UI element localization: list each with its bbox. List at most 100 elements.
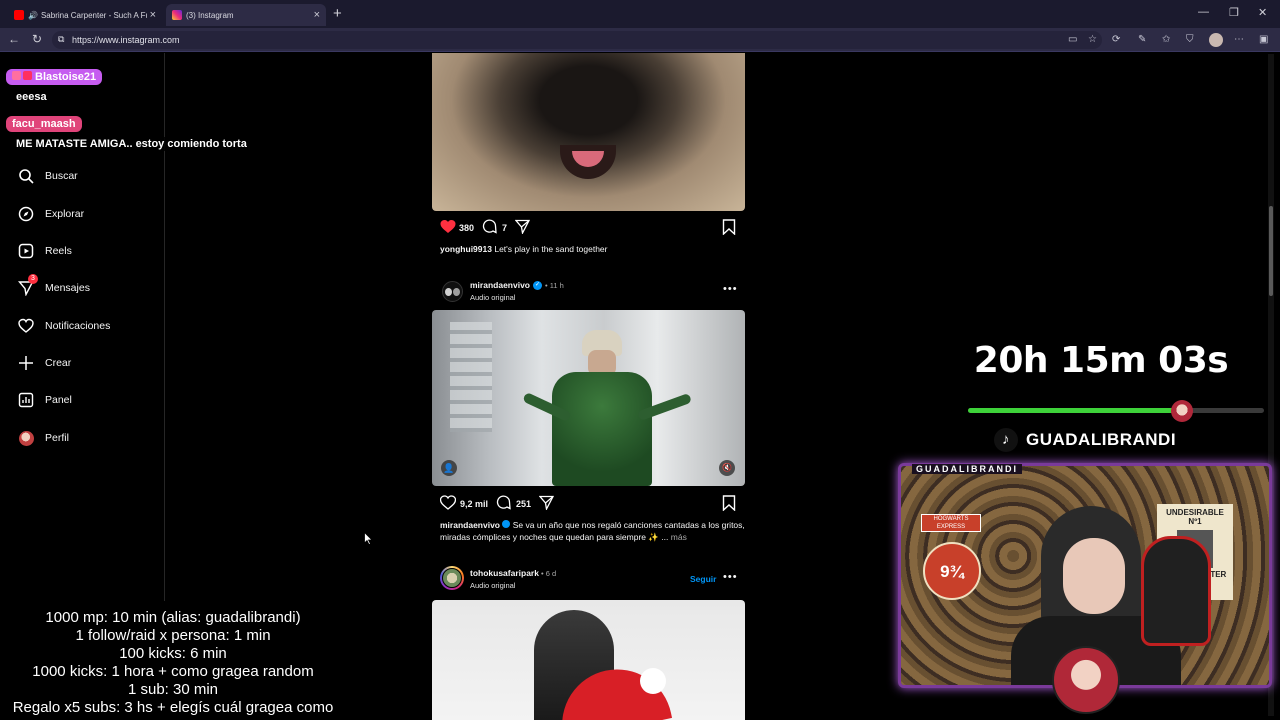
share-icon[interactable] bbox=[514, 219, 531, 236]
reels-icon bbox=[18, 243, 34, 259]
timer-progress-fill bbox=[968, 408, 1175, 413]
caption-username[interactable]: yonghui9913 bbox=[440, 244, 492, 254]
heart-icon bbox=[18, 318, 34, 334]
tagged-user-icon[interactable]: 👤 bbox=[441, 460, 457, 476]
more-options-icon[interactable]: ••• bbox=[723, 283, 738, 295]
avatar-icon bbox=[18, 430, 34, 446]
chat-message: eeesa bbox=[12, 90, 51, 104]
bookmark-icon[interactable] bbox=[722, 495, 736, 516]
comment-icon[interactable] bbox=[496, 495, 511, 512]
sidebar-item-perfil[interactable]: Perfil bbox=[18, 430, 69, 446]
post-media-video[interactable] bbox=[432, 600, 745, 720]
favorites-icon[interactable]: ✩ bbox=[1162, 34, 1170, 45]
sidebar-item-explorar[interactable]: Explorar bbox=[18, 206, 84, 222]
url-field[interactable]: ⧉ https://www.instagram.com bbox=[52, 31, 1102, 49]
sidebar-item-panel[interactable]: Panel bbox=[18, 392, 72, 408]
speaker-icon: 🔊 bbox=[28, 10, 38, 20]
search-icon bbox=[18, 168, 34, 184]
close-tab-icon[interactable]: × bbox=[150, 9, 156, 21]
sidebar-item-buscar[interactable]: Buscar bbox=[18, 168, 78, 184]
post-audio[interactable]: Audio original bbox=[470, 293, 515, 302]
progress-avatar-icon bbox=[1171, 400, 1193, 422]
follow-button[interactable]: Seguir bbox=[690, 574, 716, 584]
post-media-video[interactable]: 👤 🔇 bbox=[432, 310, 745, 486]
chart-icon bbox=[18, 392, 34, 408]
webcam-label: GUADALIBRANDI bbox=[912, 464, 1022, 474]
minimize-icon[interactable]: — bbox=[1198, 6, 1209, 18]
comment-icon[interactable] bbox=[482, 219, 497, 236]
post-media-image[interactable] bbox=[432, 53, 745, 211]
restore-icon[interactable]: ❐ bbox=[1229, 6, 1239, 19]
post1-actions: 380 7 bbox=[440, 219, 531, 236]
compass-icon bbox=[18, 206, 34, 222]
post-time: 11 h bbox=[549, 280, 564, 290]
stream-timer: 20h 15m 03s bbox=[973, 340, 1229, 381]
caption-username[interactable]: mirandaenvivo bbox=[440, 520, 500, 530]
sidebar-item-crear[interactable]: Crear bbox=[18, 355, 71, 371]
chat-message: ME MATASTE AMIGA.. estoy comiendo torta bbox=[12, 137, 251, 151]
tiktok-handle-text: GUADALIBRANDI bbox=[1026, 430, 1177, 449]
post3-avatar bbox=[442, 568, 462, 588]
messenger-icon: 3 bbox=[18, 274, 38, 296]
more-options-icon[interactable]: ••• bbox=[723, 571, 738, 583]
split-screen-icon[interactable]: ▭ bbox=[1068, 34, 1077, 45]
close-tab-icon[interactable]: × bbox=[314, 9, 320, 21]
caption-text: Let's play in the sand together bbox=[494, 244, 608, 254]
vtuber-avatar bbox=[1052, 646, 1120, 714]
post3-avatar-story-ring[interactable] bbox=[440, 566, 464, 590]
reload-icon[interactable]: ↻ bbox=[32, 32, 42, 46]
extensions-icon[interactable]: ✎ bbox=[1138, 34, 1146, 45]
post2-avatar[interactable] bbox=[442, 281, 463, 302]
scrollbar-thumb[interactable] bbox=[1269, 206, 1273, 296]
post1-caption: yonghui9913 Let's play in the sand toget… bbox=[440, 243, 745, 255]
site-info-icon[interactable]: ⧉ bbox=[58, 34, 64, 45]
bookmark-icon[interactable] bbox=[722, 219, 736, 240]
post-audio[interactable]: Audio original bbox=[470, 581, 515, 590]
profile-avatar[interactable] bbox=[1209, 33, 1223, 47]
sidebar-item-label: Perfil bbox=[45, 432, 69, 444]
back-icon[interactable]: ← bbox=[8, 32, 20, 46]
refresh-extension-icon[interactable]: ⟳ bbox=[1112, 34, 1120, 45]
new-tab-button[interactable]: + bbox=[333, 5, 342, 22]
stream-rules-panel: 1000 mp: 10 min (alias: guadalibrandi) 1… bbox=[0, 601, 346, 720]
heart-icon[interactable] bbox=[439, 495, 457, 512]
more-menu-icon[interactable]: ⋯ bbox=[1234, 34, 1244, 45]
shield-icon[interactable]: ⛉ bbox=[1186, 34, 1194, 45]
favorite-star-icon[interactable]: ☆ bbox=[1088, 34, 1097, 45]
tab-instagram[interactable]: (3) Instagram × bbox=[166, 4, 326, 26]
hogwarts-express-sign: HOGWARTS EXPRESS bbox=[921, 514, 981, 532]
mute-icon[interactable]: 🔇 bbox=[719, 460, 735, 476]
tab-title: (3) Instagram bbox=[186, 10, 234, 20]
verified-badge-icon bbox=[502, 520, 511, 528]
unread-badge: 3 bbox=[28, 274, 38, 284]
tab-youtube[interactable]: 🔊 Sabrina Carpenter - Such A Fu × bbox=[8, 4, 162, 26]
rule-line: Regalo x5 subs: 3 hs + elegís cuál grage… bbox=[12, 699, 334, 716]
url-text: https://www.instagram.com bbox=[72, 35, 180, 45]
sidebar-toggle-icon[interactable]: ▣ bbox=[1259, 34, 1268, 45]
sidebar-item-label: Mensajes bbox=[45, 282, 90, 294]
rule-line: 1 follow/raid x persona: 1 min bbox=[75, 627, 271, 644]
post2-header: mirandaenvivo ✓ • 11 h bbox=[470, 280, 564, 290]
heart-filled-icon[interactable] bbox=[440, 219, 456, 236]
avatar-figure bbox=[453, 288, 460, 296]
sidebar-item-reels[interactable]: Reels bbox=[18, 243, 72, 259]
post-username[interactable]: tohokusafaripark bbox=[470, 568, 539, 578]
sidebar-item-notificaciones[interactable]: Notificaciones bbox=[18, 318, 110, 334]
verified-badge-icon: ✓ bbox=[533, 280, 542, 290]
sidebar-item-label: Explorar bbox=[45, 208, 85, 220]
avatar-figure bbox=[445, 288, 452, 296]
instagram-icon bbox=[172, 10, 182, 20]
like-count: 380 bbox=[459, 222, 475, 233]
youtube-icon bbox=[14, 10, 24, 20]
post-username[interactable]: mirandaenvivo bbox=[470, 280, 530, 290]
sidebar-item-label: Notificaciones bbox=[45, 320, 111, 332]
share-icon[interactable] bbox=[538, 495, 555, 512]
tiktok-icon: ♪ bbox=[994, 428, 1018, 452]
post2-actions: 9,2 mil 251 bbox=[439, 495, 555, 512]
rule-line: 100 kicks: 6 min bbox=[119, 645, 227, 662]
close-window-icon[interactable]: ✕ bbox=[1258, 6, 1267, 19]
post3-header: tohokusafaripark • 6 d bbox=[470, 568, 557, 578]
sidebar-item-mensajes[interactable]: 3 Mensajes bbox=[18, 274, 90, 296]
sidebar-item-label: Reels bbox=[45, 245, 72, 257]
more-link[interactable]: más bbox=[671, 532, 687, 542]
